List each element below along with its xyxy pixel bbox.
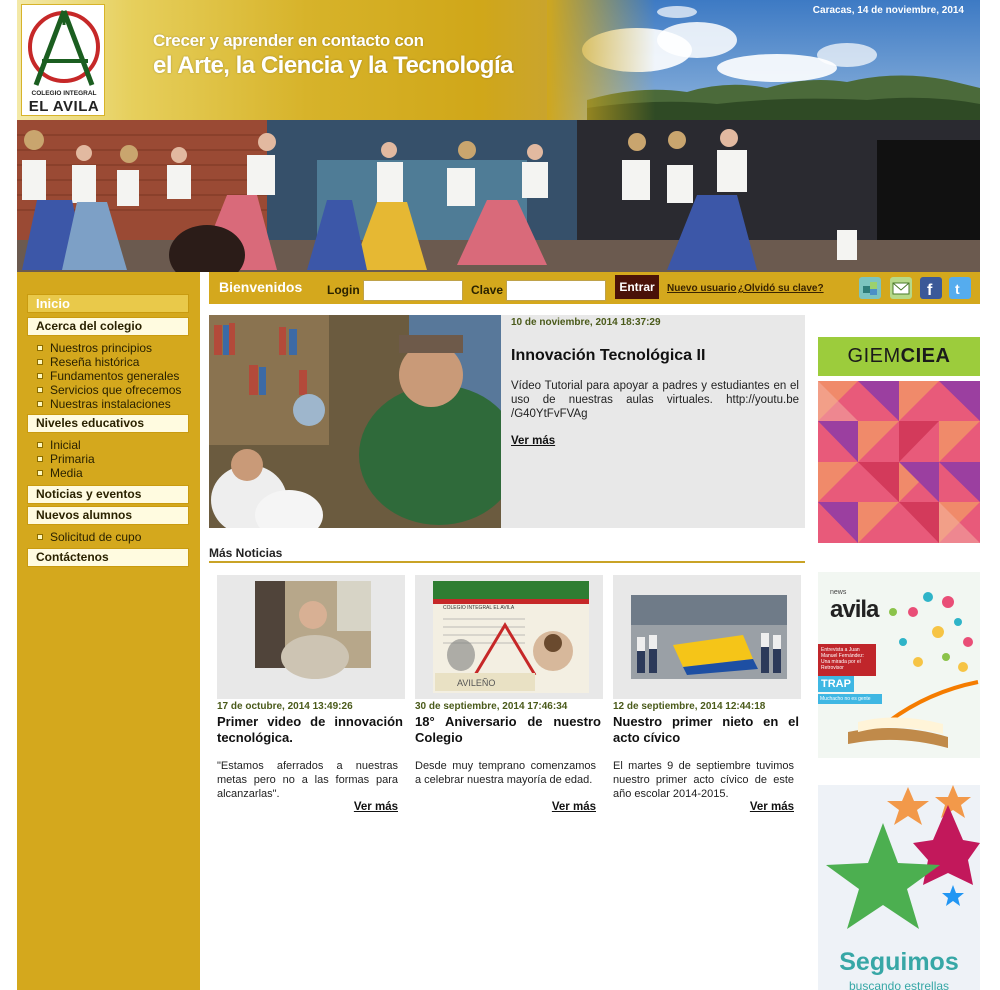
nav-noticias-y-eventos[interactable]: Noticias y eventos <box>27 485 189 504</box>
new-user-link[interactable]: Nuevo usuario <box>667 283 736 294</box>
nav-sub-primaria[interactable]: Primaria <box>37 452 95 466</box>
featured-news: 10 de noviembre, 2014 18:37:29 Innovació… <box>209 315 805 528</box>
newsavila-subheadline: Muchacho no es gente <box>818 694 882 704</box>
nav-sub-fundamentos-generales[interactable]: Fundamentos generales <box>37 369 179 383</box>
giemciea-banner[interactable]: GIEMCIEA <box>818 337 980 543</box>
news-thumbnail[interactable] <box>217 575 405 699</box>
newsavila-label: news <box>830 589 847 596</box>
news-date: 17 de octubre, 2014 13:49:26 <box>217 701 353 712</box>
nav-sub-solicitud-de-cupo[interactable]: Solicitud de cupo <box>37 530 141 544</box>
nav-contactenos[interactable]: Contáctenos <box>27 548 189 567</box>
giemciea-title: GIEMCIEA <box>818 337 980 376</box>
news-ver-mas-link[interactable]: Ver más <box>552 801 596 813</box>
seguimos-estrellas-banner[interactable]: Seguimos buscando estrellas <box>818 785 980 990</box>
children-dancing-image <box>17 120 980 272</box>
news-date: 12 de septiembre, 2014 12:44:18 <box>613 701 766 712</box>
logo-emblem-icon <box>28 10 100 86</box>
nav-sub-media[interactable]: Media <box>37 466 83 480</box>
seguimos-title: Seguimos <box>839 948 959 976</box>
bullet-icon <box>37 401 43 407</box>
news-description: El martes 9 de septiembre tuvimos nuestr… <box>613 760 794 800</box>
bullet-icon <box>37 456 43 462</box>
svg-text:t: t <box>955 281 960 297</box>
svg-text:f: f <box>927 282 933 299</box>
newsavila-headline: Entrevista a Juan Manuel Fernández: Una … <box>818 644 876 676</box>
tagline-line2: el Arte, la Ciencia y la Tecnología <box>153 52 513 79</box>
card-school-text: COLEGIO INTEGRAL EL AVILA <box>443 605 515 611</box>
newsavila-banner[interactable]: news avila Entrevista a Juan Manuel Fern… <box>818 572 980 758</box>
news-date: 30 de septiembre, 2014 17:46:34 <box>415 701 568 712</box>
cubes-icon[interactable] <box>859 277 881 299</box>
nav-sub-instalaciones[interactable]: Nuestras instalaciones <box>37 397 171 411</box>
password-label: Clave <box>471 283 504 297</box>
nav-sub-resena-historica[interactable]: Reseña histórica <box>37 355 139 369</box>
bullet-icon <box>37 470 43 476</box>
nav-niveles-educativos[interactable]: Niveles educativos <box>27 414 189 433</box>
news-thumbnail[interactable]: COLEGIO INTEGRAL EL AVILA AVILEÑO <box>415 575 603 699</box>
nav-sub-inicial[interactable]: Inicial <box>37 438 81 452</box>
bullet-icon <box>37 359 43 365</box>
featured-description: Vídeo Tutorial para apoyar a padres y es… <box>511 380 799 420</box>
newsavila-trap-tag: TRAP <box>818 676 854 692</box>
news-description: "Estamos aferrados a nuestras metas pero… <box>217 760 398 800</box>
logo-text-line2: EL AVILA <box>28 98 100 115</box>
nav-nuevos-alumnos[interactable]: Nuevos alumnos <box>27 506 189 525</box>
geometric-pattern-image <box>818 381 980 543</box>
seguimos-subtitle: buscando estrellas <box>848 979 950 990</box>
bullet-icon <box>37 534 43 540</box>
card-word-text: AVILEÑO <box>457 678 495 688</box>
newsavila-name: avila <box>830 596 879 623</box>
nav-sub-nuestros-principios[interactable]: Nuestros principios <box>37 341 152 355</box>
welcome-label: Bienvenidos <box>219 279 303 295</box>
entrar-button[interactable]: Entrar <box>615 275 659 299</box>
news-title[interactable]: 18° Aniversario de nuestro Colegio <box>415 714 601 746</box>
login-bar: Bienvenidos Login Clave Entrar Nuevo usu… <box>209 272 980 304</box>
login-label: Login <box>327 283 360 297</box>
bullet-icon <box>37 373 43 379</box>
featured-title[interactable]: Innovación Tecnológica II <box>511 347 705 365</box>
mail-icon[interactable] <box>890 277 912 299</box>
password-input[interactable] <box>506 280 606 301</box>
left-sidebar: Inicio Acerca del colegio Nuestros princ… <box>17 272 200 990</box>
site-header: COLEGIO INTEGRAL EL AVILA Caracas, 14 de… <box>17 0 980 120</box>
facebook-icon[interactable]: f <box>920 277 942 299</box>
dance-photo-banner <box>17 120 980 272</box>
featured-news-image[interactable] <box>209 315 501 528</box>
login-input[interactable] <box>363 280 463 301</box>
news-description: Desde muy temprano comenzamos a celebrar… <box>415 760 596 786</box>
featured-ver-mas-link[interactable]: Ver más <box>511 435 555 447</box>
forgot-password-link[interactable]: ¿Olvidó su clave? <box>738 283 824 294</box>
bullet-icon <box>37 345 43 351</box>
bullet-icon <box>37 442 43 448</box>
nav-sub-servicios[interactable]: Servicios que ofrecemos <box>37 383 181 397</box>
news-thumbnail[interactable] <box>613 575 801 699</box>
news-ver-mas-link[interactable]: Ver más <box>354 801 398 813</box>
logo-text-line1: COLEGIO INTEGRAL <box>31 90 97 97</box>
more-news-divider <box>209 561 805 563</box>
news-title[interactable]: Primer video de innovación tecnológica. <box>217 714 403 746</box>
bullet-icon <box>37 387 43 393</box>
stars-image <box>826 785 980 929</box>
nav-inicio[interactable]: Inicio <box>27 294 189 313</box>
news-ver-mas-link[interactable]: Ver más <box>750 801 794 813</box>
mountain-landscape-image <box>547 0 980 120</box>
header-date: Caracas, 14 de noviembre, 2014 <box>812 5 964 16</box>
tagline-line1: Crecer y aprender en contacto con <box>153 31 424 50</box>
nav-acerca-del-colegio[interactable]: Acerca del colegio <box>27 317 189 336</box>
news-title[interactable]: Nuestro primer nieto en el acto cívico <box>613 714 799 746</box>
school-logo[interactable]: COLEGIO INTEGRAL EL AVILA <box>21 4 105 116</box>
twitter-icon[interactable]: t <box>949 277 971 299</box>
featured-date: 10 de noviembre, 2014 18:37:29 <box>511 317 661 328</box>
more-news-heading: Más Noticias <box>209 546 283 560</box>
